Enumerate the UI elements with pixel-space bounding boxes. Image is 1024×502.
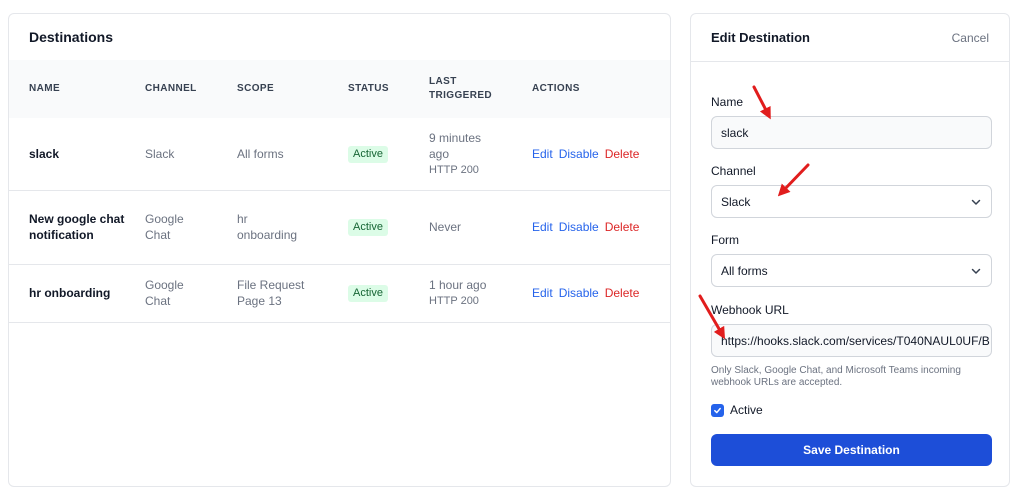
column-header-last-triggered: LAST TRIGGERED	[429, 76, 493, 101]
row-last-triggered: 9 minutes ago HTTP 200	[417, 118, 520, 190]
last-triggered-status: HTTP 200	[429, 295, 479, 307]
column-header-status: STATUS	[348, 83, 389, 94]
table-row: New google chat notification Google Chat…	[9, 190, 670, 264]
webhook-help-text: Only Slack, Google Chat, and Microsoft T…	[711, 365, 961, 388]
status-badge: Active	[348, 145, 388, 163]
status-badge: Active	[348, 219, 388, 236]
edit-link[interactable]: Edit	[532, 147, 553, 161]
cancel-button[interactable]: Cancel	[952, 31, 989, 45]
form-select-value: All forms	[721, 263, 768, 278]
active-checkbox[interactable]	[711, 403, 724, 417]
row-actions: Edit Disable Delete	[520, 118, 670, 190]
row-name: slack	[29, 146, 60, 161]
table-row: slack Slack All forms Active 9 minutes a…	[9, 118, 670, 190]
last-triggered-time: Never	[429, 220, 462, 234]
delete-link[interactable]: Delete	[605, 147, 640, 161]
row-channel: Slack	[145, 146, 175, 161]
row-name: hr onboarding	[29, 286, 111, 300]
status-badge: Active	[348, 285, 388, 302]
column-header-name: NAME	[29, 83, 61, 94]
active-label: Active	[730, 403, 763, 417]
row-scope: hr onboarding	[237, 212, 298, 242]
last-triggered-status: HTTP 200	[429, 163, 479, 176]
destinations-title: Destinations	[29, 29, 114, 45]
row-status-cell: Active	[336, 264, 417, 322]
channel-select[interactable]: Slack	[711, 185, 992, 218]
column-header-channel: CHANNEL	[145, 83, 197, 94]
row-actions: Edit Disable Delete	[520, 264, 670, 322]
last-triggered-time: 1 hour ago	[429, 278, 487, 292]
webhook-url-input[interactable]: https://hooks.slack.com/services/T040NAU…	[711, 324, 992, 357]
edit-header: Edit Destination Cancel	[691, 14, 1009, 62]
row-channel: Google Chat	[145, 212, 184, 242]
channel-select-value: Slack	[721, 194, 751, 209]
column-header-scope: SCOPE	[237, 83, 275, 94]
row-scope: File Request Page 13	[237, 278, 305, 308]
edit-title: Edit Destination	[711, 30, 810, 45]
disable-link[interactable]: Disable	[559, 220, 599, 234]
row-channel: Google Chat	[145, 278, 184, 308]
form-label: Form	[711, 233, 739, 247]
delete-link[interactable]: Delete	[605, 286, 640, 300]
form-select[interactable]: All forms	[711, 254, 992, 287]
table-row: hr onboarding Google Chat File Request P…	[9, 264, 670, 322]
name-input[interactable]: slack	[711, 116, 992, 149]
check-icon	[714, 407, 721, 413]
row-status-cell: Active	[336, 190, 417, 264]
edit-link[interactable]: Edit	[532, 286, 553, 300]
destinations-table: NAME CHANNEL SCOPE STATUS LAST TRIGGERED…	[9, 60, 670, 323]
last-triggered-time: 9 minutes ago	[429, 130, 482, 161]
channel-label: Channel	[711, 164, 756, 178]
delete-link[interactable]: Delete	[605, 220, 640, 234]
edit-link[interactable]: Edit	[532, 220, 553, 234]
row-last-triggered: Never	[417, 190, 520, 264]
disable-link[interactable]: Disable	[559, 286, 599, 300]
edit-destination-panel: Edit Destination Cancel Name slack Chann…	[690, 13, 1010, 487]
column-header-actions: ACTIONS	[532, 83, 580, 94]
webhook-url-label: Webhook URL	[711, 303, 789, 317]
active-checkbox-row[interactable]: Active	[711, 403, 763, 417]
name-label: Name	[711, 95, 744, 109]
save-destination-button[interactable]: Save Destination	[711, 434, 992, 466]
destinations-panel: Destinations NAME CHANNEL SCOPE STATUS L…	[8, 13, 671, 487]
table-header-row: NAME CHANNEL SCOPE STATUS LAST TRIGGERED…	[9, 60, 670, 118]
row-name: New google chat notification	[29, 212, 125, 242]
row-scope: All forms	[237, 146, 284, 161]
chevron-down-icon	[971, 268, 981, 274]
disable-link[interactable]: Disable	[559, 147, 599, 161]
chevron-down-icon	[971, 199, 981, 205]
row-last-triggered: 1 hour ago HTTP 200	[417, 264, 520, 322]
row-status-cell: Active	[336, 118, 417, 190]
row-actions: Edit Disable Delete	[520, 190, 670, 264]
